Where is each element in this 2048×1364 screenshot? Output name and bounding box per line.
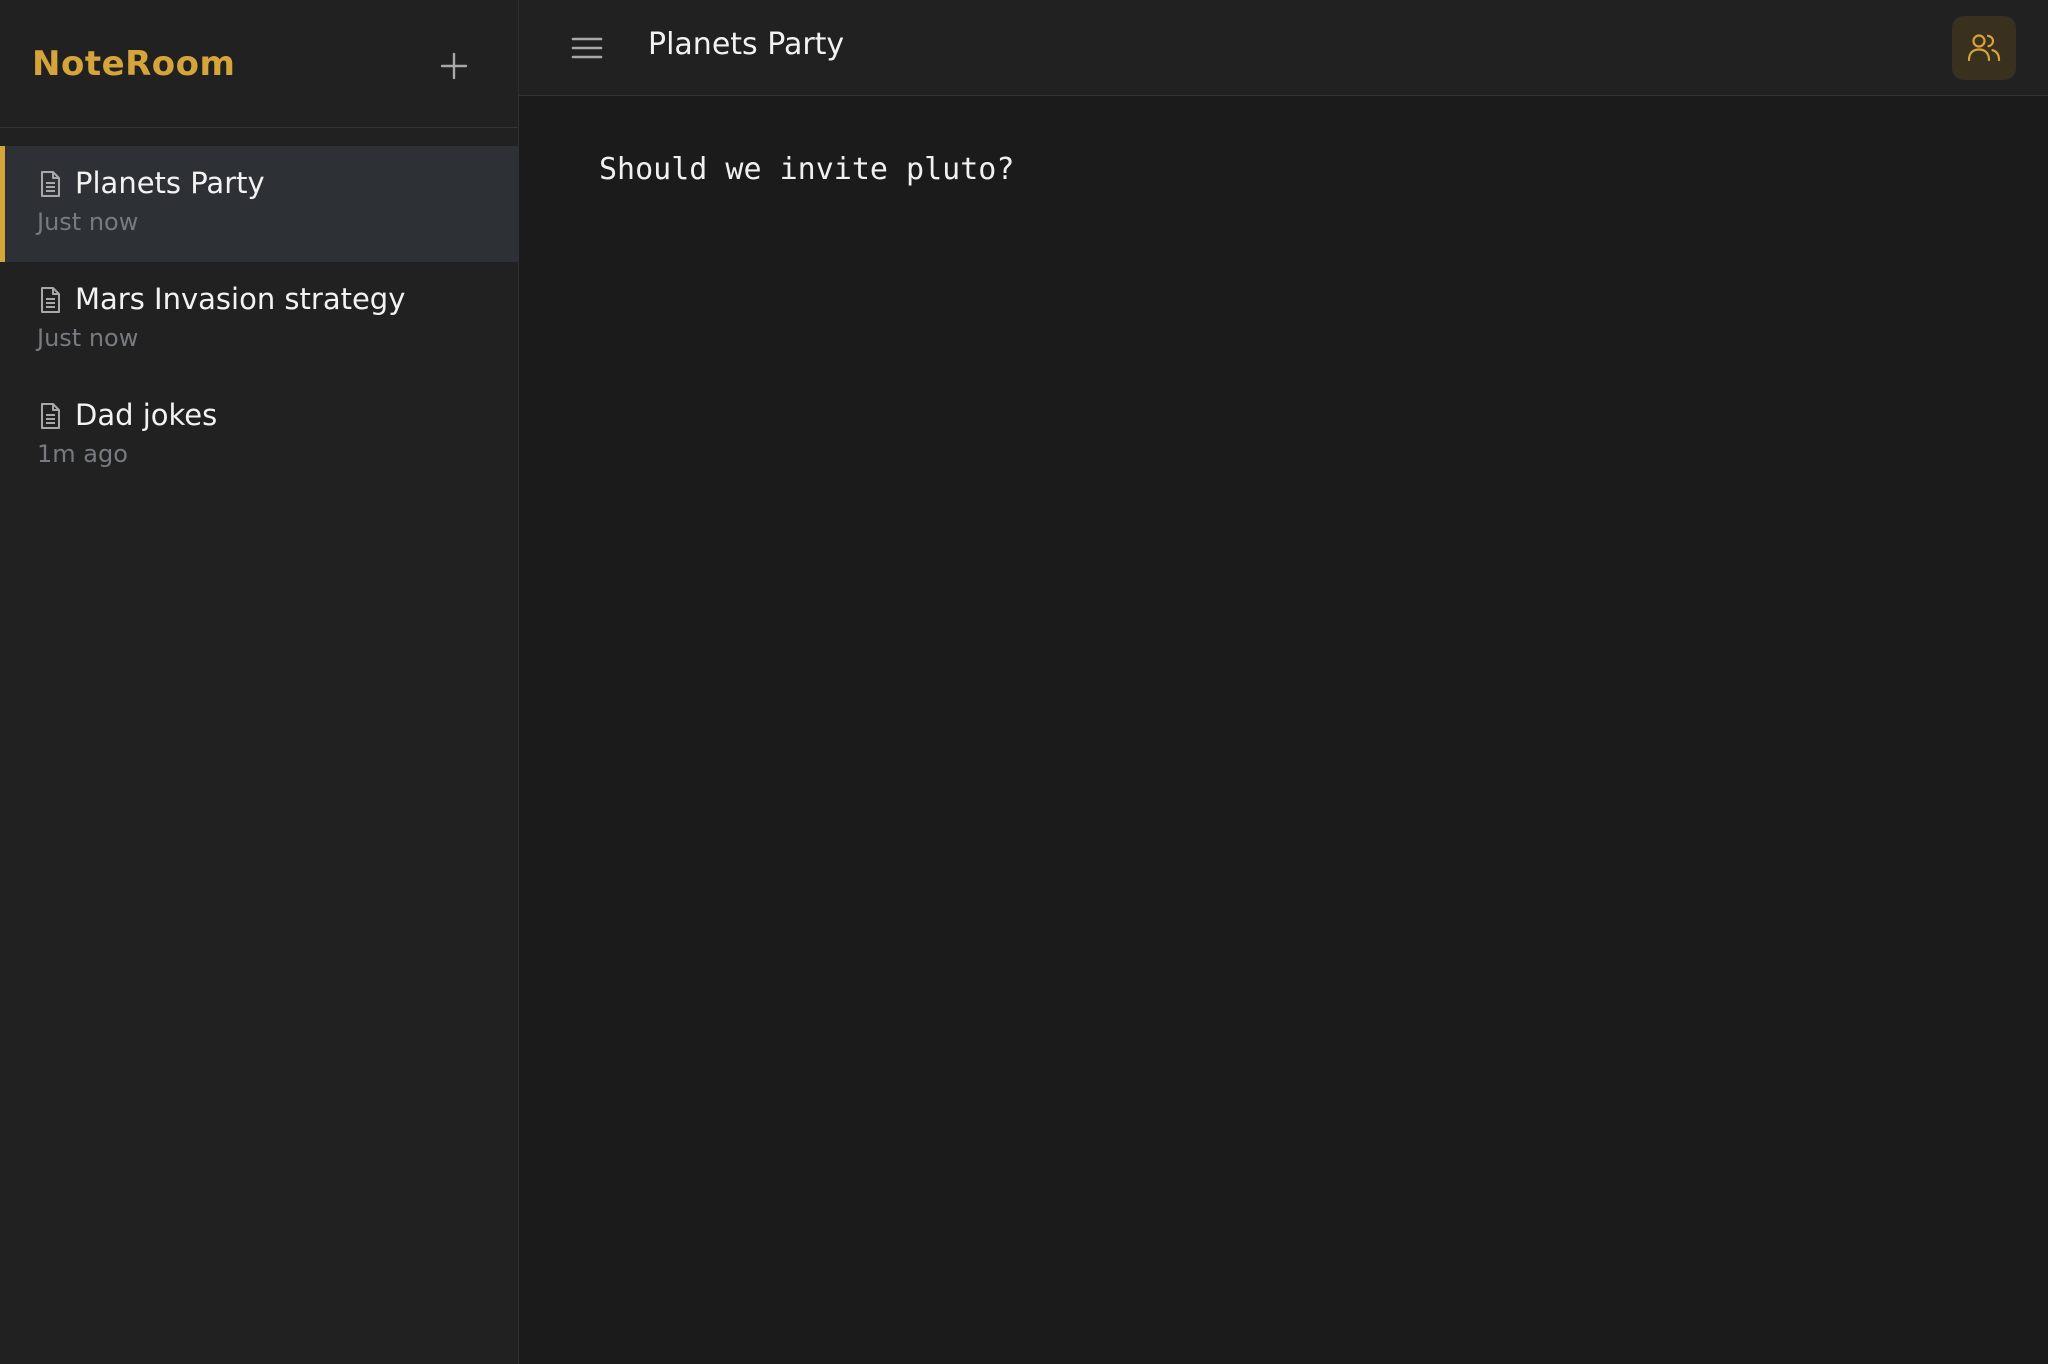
hamburger-menu-icon: [571, 37, 603, 59]
note-editor[interactable]: Should we invite pluto?: [599, 148, 1968, 1324]
app-root: NoteRoom Planets Party Just now Mars Inv…: [0, 0, 2048, 1364]
note-title: Planets Party: [75, 166, 265, 200]
collaborators-button[interactable]: [1952, 16, 2016, 80]
document-icon: [41, 287, 60, 313]
editor-topbar: Planets Party: [519, 0, 2048, 96]
document-icon: [41, 171, 60, 197]
document-title[interactable]: Planets Party: [648, 25, 844, 65]
note-list-item-mars-invasion-strategy[interactable]: Mars Invasion strategy Just now: [0, 262, 518, 378]
document-icon: [41, 403, 60, 429]
note-list: Planets Party Just now Mars Invasion str…: [0, 146, 518, 494]
app-logo: NoteRoom: [32, 44, 236, 84]
main-panel: Planets Party Should we invite pluto?: [519, 0, 2048, 1364]
note-title: Mars Invasion strategy: [75, 282, 406, 316]
note-list-item-planets-party[interactable]: Planets Party Just now: [0, 146, 518, 262]
note-timestamp: Just now: [37, 324, 139, 352]
note-timestamp: Just now: [37, 208, 139, 236]
users-icon: [1967, 34, 2001, 62]
note-list-item-dad-jokes[interactable]: Dad jokes 1m ago: [0, 378, 518, 494]
new-note-button[interactable]: [430, 42, 478, 90]
sidebar: NoteRoom Planets Party Just now Mars Inv…: [0, 0, 519, 1364]
sidebar-header: NoteRoom: [0, 0, 518, 128]
menu-toggle-button[interactable]: [563, 24, 611, 72]
note-title: Dad jokes: [75, 398, 218, 432]
plus-icon: [440, 52, 468, 80]
note-timestamp: 1m ago: [37, 440, 128, 468]
